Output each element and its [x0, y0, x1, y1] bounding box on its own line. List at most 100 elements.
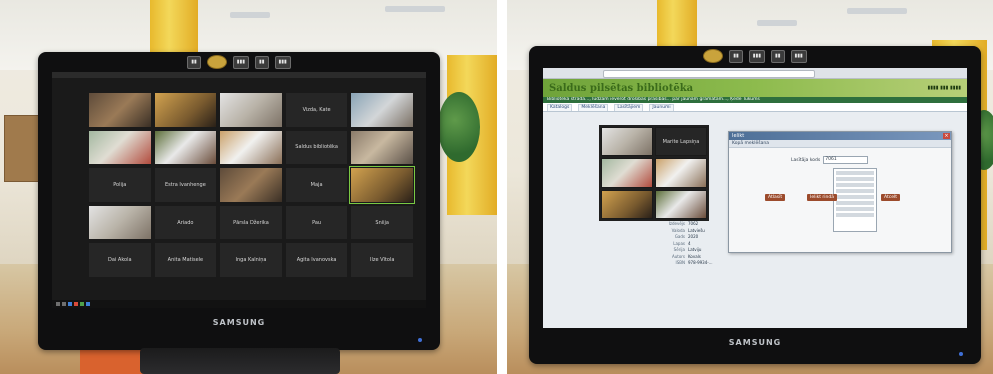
participant-video-tile[interactable]: [153, 92, 218, 128]
dropdown-option[interactable]: [836, 177, 874, 181]
dropdown-option[interactable]: [836, 195, 874, 199]
participant-name-tile[interactable]: Dai Akola: [88, 242, 152, 278]
dropdown-option[interactable]: [836, 207, 874, 211]
select-button[interactable]: Atlasīt: [765, 194, 786, 201]
monitor-brand: SAMSUNG: [728, 338, 782, 347]
participant-name-tile[interactable]: Saldus bibliotēka: [284, 129, 349, 166]
monitor-stand: [140, 348, 340, 374]
window-titlebar: [52, 72, 426, 78]
participant-video-tile[interactable]: [350, 129, 414, 166]
participant-name-tile[interactable]: Marite Lapsiņa: [655, 127, 707, 157]
nav-tabs: Katalogs Meklēšana Lasītājiem Jaunumi: [543, 103, 967, 112]
taskbar-icon[interactable]: [80, 302, 84, 306]
ceiling-light: [230, 12, 270, 18]
participant-video-tile[interactable]: [219, 129, 283, 166]
monitor-brand: SAMSUNG: [212, 318, 266, 327]
participant-name-tile[interactable]: Ilze Vītola: [350, 242, 414, 278]
participant-video-tile[interactable]: [350, 92, 414, 128]
power-led: [959, 352, 963, 356]
monitor-sticker: ▮▮▮: [790, 49, 807, 63]
dropdown-option[interactable]: [836, 189, 874, 193]
dropdown-option[interactable]: [836, 201, 874, 205]
participant-name-tile[interactable]: Vizda, Kate: [284, 92, 349, 128]
participant-video-tile[interactable]: [601, 127, 653, 157]
participant-video-tile[interactable]: [219, 167, 283, 203]
participant-name-tile[interactable]: Pau: [284, 204, 349, 241]
nav-tab[interactable]: Katalogs: [547, 103, 573, 111]
participant-name: Saldus bibliotēka: [295, 144, 338, 151]
participant-video-tile[interactable]: [601, 189, 653, 219]
dropdown-option[interactable]: [836, 171, 874, 175]
participant-name: Agita Ivanovska: [296, 257, 337, 264]
participant-name-tile[interactable]: Inga Kalniņa: [219, 242, 283, 278]
participant-name: Anita Matisele: [167, 257, 204, 264]
monitor-sticker: ▮▮▮: [748, 49, 765, 63]
taskbar-icon[interactable]: [62, 302, 66, 306]
participant-video-tile[interactable]: [349, 166, 415, 204]
zoom-gallery-grid: Vizda, Kate Saldus bibliotēka Polija Estra …: [88, 92, 415, 278]
dialog-subtitle: Kopā meklēšana: [729, 140, 951, 148]
participant-video-tile[interactable]: [88, 204, 152, 241]
detail-value: 978-9934-...: [688, 260, 713, 265]
photo-left-zoom-meeting: ▮▮ ▮▮▮ ▮▮ ▮▮▮ Vizda, Kate Saldus bibliotē…: [0, 0, 497, 374]
photo-right-library-catalog: ▮▮ ▮▮▮ ▮▮ ▮▮▮ Saldus pilsētas bibliotēka…: [507, 0, 993, 374]
queue-button[interactable]: Ielikt rindā: [807, 194, 837, 201]
participant-name: Estra Ivanhenge: [165, 181, 206, 188]
dialog-titlebar: Ielikt ×: [729, 132, 951, 140]
participant-video-tile[interactable]: [655, 189, 707, 219]
power-led: [418, 338, 422, 342]
browser-window: Saldus pilsētas bibliotēka ▮▮▮▮ ▮▮▮ ▮▮▮▮…: [543, 68, 967, 328]
address-bar[interactable]: [603, 70, 815, 78]
monitor: ▮▮ ▮▮▮ ▮▮ ▮▮▮ Saldus pilsētas bibliotēka…: [529, 46, 981, 364]
cancel-button[interactable]: Atcelt: [881, 194, 901, 201]
monitor-bezel: ▮▮ ▮▮▮ ▮▮ ▮▮▮: [529, 46, 981, 66]
participant-name: Inga Kalniņa: [235, 257, 267, 264]
participant-name-tile[interactable]: Estra Ivanhenge: [153, 167, 218, 203]
taskbar-icon[interactable]: [68, 302, 72, 306]
monitor: ▮▮ ▮▮▮ ▮▮ ▮▮▮ Vizda, Kate Saldus bibliotē…: [38, 52, 440, 350]
taskbar-icon[interactable]: [74, 302, 78, 306]
dropdown-option[interactable]: [836, 183, 874, 187]
participant-name: Ariado: [177, 219, 194, 226]
reader-code-row: Lasītāja kods 7061: [791, 156, 869, 164]
participant-name-tile[interactable]: Polija: [88, 167, 152, 203]
participant-name-tile[interactable]: Pārsla Džerika: [219, 204, 283, 241]
browser-toolbar: [543, 68, 967, 79]
detail-key: ISBN: [675, 260, 685, 265]
participant-video-tile[interactable]: [88, 92, 152, 128]
yellow-window: [150, 0, 198, 56]
participant-video-tile[interactable]: [88, 129, 152, 166]
participant-video-tile[interactable]: [219, 92, 283, 128]
monitor-logo-sticker: [206, 55, 227, 69]
close-icon[interactable]: ×: [943, 133, 950, 139]
participant-name-tile[interactable]: Maja: [284, 167, 349, 203]
header-user-info: ▮▮▮▮ ▮▮▮ ▮▮▮▮: [927, 85, 961, 91]
participant-video-tile[interactable]: [153, 129, 218, 166]
reader-code-label: Lasītāja kods: [791, 157, 821, 163]
participant-video-tile[interactable]: [655, 158, 707, 188]
reserve-dialog: Ielikt × Kopā meklēšana Lasītāja kods 70…: [728, 131, 952, 253]
participant-name: Dai Akola: [108, 257, 132, 264]
nav-tab[interactable]: Meklēšana: [578, 103, 609, 111]
participant-name-tile[interactable]: Sniija: [350, 204, 414, 241]
dialog-title: Ielikt: [732, 133, 745, 139]
plant: [438, 92, 480, 162]
participant-video-tile[interactable]: [601, 158, 653, 188]
nav-tab[interactable]: Jaunumi: [649, 103, 674, 111]
participant-name-tile[interactable]: Agita Ivanovska: [284, 242, 349, 278]
taskbar-icon[interactable]: [86, 302, 90, 306]
start-icon[interactable]: [56, 302, 60, 306]
yellow-window: [657, 0, 697, 46]
participant-name-tile[interactable]: Ariado: [153, 204, 218, 241]
dropdown-list[interactable]: [833, 168, 877, 232]
zoom-overlay-window[interactable]: Marite Lapsiņa: [599, 125, 709, 221]
participant-name: Sniija: [375, 219, 389, 226]
participant-name-tile[interactable]: Anita Matisele: [153, 242, 218, 278]
nav-tab[interactable]: Lasītājiem: [614, 103, 644, 111]
bookshelf: [4, 115, 40, 182]
reader-code-input[interactable]: 7061: [823, 156, 869, 164]
participant-name: Pau: [312, 219, 322, 226]
dropdown-option[interactable]: [836, 213, 874, 217]
site-title[interactable]: Saldus pilsētas bibliotēka: [549, 83, 693, 94]
participant-name: Marite Lapsiņa: [662, 138, 700, 145]
